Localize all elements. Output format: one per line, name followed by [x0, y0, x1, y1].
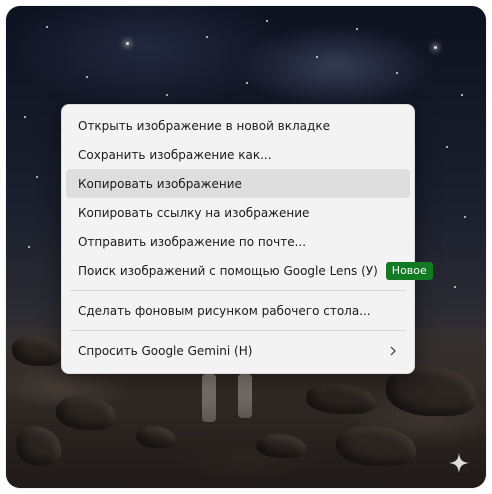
star	[461, 94, 463, 96]
menu-item-label: Поиск изображений с помощью Google Lens …	[78, 263, 378, 278]
context-menu: Открыть изображение в новой вкладке Сохр…	[61, 104, 433, 374]
star	[396, 72, 398, 74]
star	[446, 146, 448, 148]
menu-item-label: Открыть изображение в новой вкладке	[78, 118, 330, 133]
star	[434, 46, 437, 49]
star	[206, 36, 208, 38]
astronaut-leg	[238, 374, 252, 418]
star	[166, 94, 168, 96]
menu-item-email-image[interactable]: Отправить изображение по почте...	[66, 227, 410, 256]
star	[454, 286, 456, 288]
menu-separator	[70, 330, 406, 331]
menu-item-label: Сохранить изображение как...	[78, 147, 272, 162]
star	[464, 216, 466, 218]
menu-item-label: Копировать изображение	[78, 176, 242, 191]
star	[266, 20, 268, 22]
chevron-right-icon	[390, 346, 396, 355]
menu-item-label: Сделать фоновым рисунком рабочего стола.…	[78, 303, 371, 318]
menu-item-open-in-new-tab[interactable]: Открыть изображение в новой вкладке	[66, 111, 410, 140]
menu-item-label: Отправить изображение по почте...	[78, 234, 307, 249]
gemini-sparkle-icon[interactable]	[448, 452, 470, 474]
star	[86, 76, 88, 78]
star	[246, 82, 248, 84]
new-badge: Новое	[385, 261, 433, 280]
menu-item-save-image-as[interactable]: Сохранить изображение как...	[66, 140, 410, 169]
star	[316, 56, 318, 58]
menu-item-google-lens-search[interactable]: Поиск изображений с помощью Google Lens …	[66, 256, 433, 285]
star	[24, 116, 26, 118]
menu-item-ask-gemini[interactable]: Спросить Google Gemini (H)	[66, 336, 410, 365]
star	[126, 42, 129, 45]
star	[28, 246, 30, 248]
menu-separator	[70, 290, 406, 291]
menu-item-label: Спросить Google Gemini (H)	[78, 343, 253, 358]
star	[46, 26, 48, 28]
astronaut-leg	[202, 374, 216, 422]
star	[356, 28, 358, 30]
menu-item-copy-image[interactable]: Копировать изображение	[66, 169, 410, 198]
star	[36, 176, 38, 178]
menu-item-label: Копировать ссылку на изображение	[78, 205, 310, 220]
menu-item-set-as-wallpaper[interactable]: Сделать фоновым рисунком рабочего стола.…	[66, 296, 410, 325]
menu-item-copy-image-link[interactable]: Копировать ссылку на изображение	[66, 198, 410, 227]
